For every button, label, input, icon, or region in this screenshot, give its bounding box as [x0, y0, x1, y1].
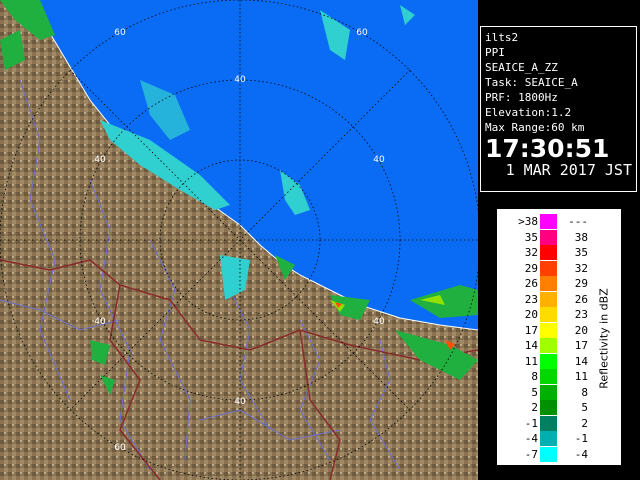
legend-low-value: -1: [524, 416, 538, 430]
site-name: ilts2: [485, 31, 519, 44]
legend-row: 35 38: [498, 229, 588, 245]
legend-color-swatch: [540, 229, 557, 245]
legend-high-value: 23: [574, 308, 588, 321]
range-label-40-bottom: 40: [234, 397, 246, 407]
legend-row: 58: [498, 384, 588, 400]
legend-low-value: 17: [524, 323, 538, 337]
legend-color-swatch: [540, 214, 557, 229]
legend-color-swatch: [540, 384, 557, 400]
legend-color-swatch: [540, 400, 557, 415]
legend-row: -4 -1: [498, 431, 588, 446]
legend-color-swatch: [540, 338, 557, 353]
legend-row: 23 26: [498, 291, 588, 307]
legend-color-swatch: [540, 276, 557, 291]
max-range-value: Max Range:60 km: [485, 121, 585, 134]
elevation-value: Elevation:1.2: [485, 106, 572, 119]
prf-value: PRF: 1800Hz: [485, 91, 558, 104]
legend-high-value: 14: [574, 354, 588, 368]
scan-date: 1 MAR 2017 JST: [505, 161, 632, 179]
legend-low-value: 2: [531, 401, 538, 414]
legend-low-value: >38: [518, 215, 538, 228]
legend-color-swatch: [540, 446, 557, 462]
legend-row: 25: [498, 400, 588, 415]
legend-color-swatch: [540, 245, 557, 260]
legend-title: Reflectivity in dBZ: [594, 240, 614, 440]
legend-high-value: 8: [581, 385, 588, 399]
legend-low-value: 23: [524, 292, 538, 306]
legend-color-swatch: [540, 353, 557, 369]
legend-high-value: 20: [574, 323, 588, 337]
legend-low-value: -7: [524, 447, 538, 461]
range-label-40: 40: [94, 155, 106, 165]
legend-row: 11 14: [498, 353, 588, 369]
legend-title-text: Reflectivity in dBZ: [597, 288, 611, 389]
reflectivity-legend: >38 --- 35 38 32 35 29 32 26 29 23 26 20 23 17 20 14 17 11…: [497, 209, 621, 465]
legend-high-value: 2: [581, 416, 588, 430]
legend-high-value: -4: [574, 447, 588, 461]
legend-high-value: 11: [574, 370, 588, 383]
legend-row: 17 20: [498, 322, 588, 338]
legend-low-value: 29: [524, 261, 538, 275]
legend-high-value: 32: [574, 261, 588, 275]
legend-low-value: 26: [524, 277, 538, 290]
scan-type: PPI: [485, 46, 505, 59]
legend-high-value: 38: [574, 230, 588, 244]
radar-ppi-map[interactable]: 60 60 60 40 40 40 40 40 40: [0, 0, 478, 480]
legend-low-value: 14: [524, 339, 538, 352]
task-name: Task: SEAICE_A: [485, 76, 578, 89]
range-label-60: 60: [114, 28, 126, 38]
legend-high-value: -1: [574, 432, 588, 445]
legend-high-value: 17: [574, 339, 588, 352]
legend-color-swatch: [540, 431, 557, 446]
legend-color-swatch: [540, 260, 557, 276]
product-name: SEAICE_A_ZZ: [485, 61, 558, 74]
legend-low-value: 5: [531, 385, 538, 399]
legend-low-value: 11: [524, 354, 538, 368]
legend-low-value: 35: [524, 230, 538, 244]
legend-row: 32 35: [498, 245, 588, 260]
range-label-60: 60: [356, 28, 368, 38]
legend-low-value: -4: [524, 432, 538, 445]
range-label-40: 40: [373, 317, 385, 327]
legend-row: 8 11: [498, 369, 588, 384]
legend-color-swatch: [540, 415, 557, 431]
legend-row: 20 23: [498, 307, 588, 322]
range-label-40: 40: [94, 317, 106, 327]
legend-row: 14 17: [498, 338, 588, 353]
legend-low-value: 32: [524, 246, 538, 259]
range-label-40: 40: [373, 155, 385, 165]
legend-high-value: 29: [574, 277, 588, 290]
scan-time: 17:30:51: [485, 134, 610, 163]
legend-row: -1 2: [498, 415, 588, 431]
legend-color-swatch: [540, 322, 557, 338]
legend-row: 29 32: [498, 260, 588, 276]
legend-high-value: 35: [574, 246, 588, 259]
legend-color-swatch: [540, 291, 557, 307]
legend-row: -7 -4: [498, 446, 588, 462]
legend-high-value: ---: [568, 215, 588, 228]
legend-low-value: 20: [524, 308, 538, 321]
legend-row: >38 ---: [498, 214, 588, 229]
legend-row: 26 29: [498, 276, 588, 291]
legend-color-swatch: [540, 369, 557, 384]
legend-color-swatch: [540, 307, 557, 322]
legend-high-value: 26: [574, 292, 588, 306]
legend-high-value: 5: [581, 401, 588, 414]
range-label-60: 60: [114, 443, 126, 453]
range-label-40: 40: [234, 75, 246, 85]
scan-info-panel: ilts2 PPI SEAICE_A_ZZ Task: SEAICE_A PRF…: [480, 26, 637, 192]
legend-low-value: 8: [531, 370, 538, 383]
